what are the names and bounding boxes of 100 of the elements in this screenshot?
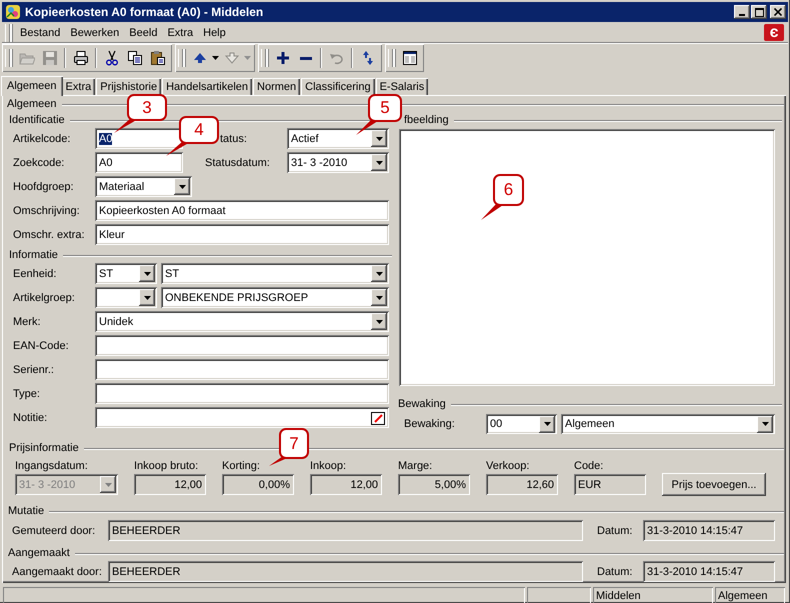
text-field[interactable]: 31-3-2010 14:15:47	[643, 520, 775, 541]
dropdown-arrow-icon	[762, 422, 768, 426]
dropdown[interactable]: 31- 3 -2010	[287, 152, 389, 173]
text-field[interactable]: Kleur	[95, 224, 389, 245]
tab[interactable]: Prijshistorie	[96, 78, 162, 95]
tab[interactable]: Normen	[253, 78, 300, 95]
dropdown[interactable]: Algemeen	[561, 414, 775, 434]
field-label: Artikelgroep:	[13, 292, 76, 304]
dropdown-arrow-icon	[144, 296, 150, 300]
field-label: Statusdatum:	[205, 156, 271, 168]
dropdown-button[interactable]	[371, 265, 387, 282]
dropdown[interactable]: 00	[486, 414, 557, 434]
menu-item[interactable]: Bestand	[15, 26, 66, 38]
field-label: Merk:	[13, 316, 42, 328]
field-label: Inkoop bruto:	[134, 460, 198, 473]
minus-icon	[300, 56, 312, 60]
section-title: Informatie	[9, 249, 58, 262]
text-field[interactable]: 5,00%	[398, 474, 470, 495]
dropdown[interactable]	[95, 287, 157, 308]
text-field[interactable]	[95, 335, 389, 356]
toolbar-grip[interactable]	[5, 24, 10, 42]
toolbar-grip[interactable]	[261, 49, 266, 67]
text-field[interactable]: BEHEERDER	[108, 561, 583, 582]
dropdown-button[interactable]	[139, 265, 155, 282]
text-field[interactable]: A0	[95, 128, 183, 149]
menu-item[interactable]: Beeld	[124, 26, 162, 38]
callout: 5	[368, 94, 402, 122]
text-field[interactable]: 12,00	[310, 474, 382, 495]
section-title: Bewaking	[398, 398, 446, 411]
field-label: Zoekcode:	[13, 156, 66, 168]
note-icon[interactable]	[371, 410, 385, 424]
section-title: Algemeen	[7, 98, 57, 111]
field-label: Artikelcode:	[13, 132, 72, 144]
text-field[interactable]	[95, 359, 389, 380]
scissors-icon	[104, 50, 120, 66]
field-label: Notitie:	[13, 412, 48, 424]
dropdown-button[interactable]	[757, 416, 773, 432]
status-pane	[527, 587, 591, 603]
field-label: Korting:	[222, 460, 260, 473]
text-field[interactable]	[95, 383, 389, 404]
dropdown[interactable]: Unidek	[95, 311, 389, 332]
dropdown[interactable]: ST	[161, 263, 389, 284]
dropdown-arrow-icon	[376, 320, 382, 324]
dropdown-button[interactable]	[539, 416, 555, 432]
add-price-button[interactable]: Prijs toevoegen...	[662, 473, 766, 496]
caret-icon	[212, 56, 219, 60]
field-label: tatus:	[220, 132, 247, 144]
text-field[interactable]: BEHEERDER	[108, 520, 583, 541]
minimize-icon	[739, 14, 745, 16]
text-field[interactable]	[95, 407, 389, 428]
text-field[interactable]: 12,60	[486, 474, 558, 495]
dropdown-button[interactable]	[371, 154, 387, 171]
down-arrow-icon	[224, 50, 240, 66]
text-field[interactable]: 31-3-2010 14:15:47	[643, 561, 775, 582]
dropdown[interactable]: ST	[95, 263, 157, 284]
clipboard-icon	[150, 50, 166, 66]
field-label: Serienr.:	[13, 364, 55, 376]
maximize-button[interactable]	[751, 5, 767, 19]
text-field[interactable]: 0,00%	[222, 474, 294, 495]
callout: 3	[127, 94, 167, 121]
field-label: Inkoop:	[310, 460, 346, 473]
tab[interactable]: Extra	[62, 78, 96, 95]
field-label: Aangemaakt door:	[12, 566, 103, 578]
dropdown[interactable]: ONBEKENDE PRIJSGROEP	[161, 287, 389, 308]
dropdown-button[interactable]	[139, 289, 155, 306]
tab[interactable]: Classificering	[301, 78, 375, 95]
app-icon	[5, 4, 21, 20]
toolbar-grip[interactable]	[178, 49, 183, 67]
caret-icon	[244, 56, 251, 60]
tab[interactable]: Handelsartikelen	[162, 78, 252, 95]
window-title: Kopieerkosten A0 formaat (A0) - Middelen	[25, 5, 264, 19]
toolbar-grip[interactable]	[388, 49, 393, 67]
dropdown-button[interactable]	[371, 313, 387, 330]
dropdown-button[interactable]	[371, 289, 387, 306]
text-field[interactable]: Kopieerkosten A0 formaat	[95, 200, 389, 221]
text-field[interactable]: 12,00	[134, 474, 206, 495]
toolbar-grip[interactable]	[5, 49, 10, 67]
menu-item[interactable]: Bewerken	[65, 26, 124, 38]
status-pane: Middelen	[593, 587, 713, 603]
close-icon	[774, 8, 782, 16]
text-field[interactable]: A0	[95, 152, 183, 173]
field-label: Omschrijving:	[13, 204, 81, 216]
logo: є	[764, 24, 784, 41]
window-icon	[402, 50, 418, 66]
minimize-button[interactable]	[734, 5, 750, 19]
dropdown-button[interactable]	[174, 178, 190, 195]
tab[interactable]: Algemeen	[1, 76, 63, 96]
field-label: Type:	[13, 388, 41, 400]
text-field[interactable]: EUR	[574, 474, 646, 495]
dropdown-arrow-icon	[544, 422, 550, 426]
field-label: EAN-Code:	[13, 340, 70, 352]
close-button[interactable]	[770, 5, 786, 19]
callout: 6	[493, 174, 524, 206]
field-label: Hoofdgroep:	[13, 180, 75, 192]
menu-item[interactable]: Extra	[162, 26, 198, 38]
menu-item[interactable]: Help	[198, 26, 231, 38]
tab[interactable]: E-Salaris	[376, 78, 428, 95]
dropdown[interactable]: Materiaal	[95, 176, 192, 197]
callout: 7	[279, 428, 309, 459]
dropdown-arrow-icon	[144, 272, 150, 276]
